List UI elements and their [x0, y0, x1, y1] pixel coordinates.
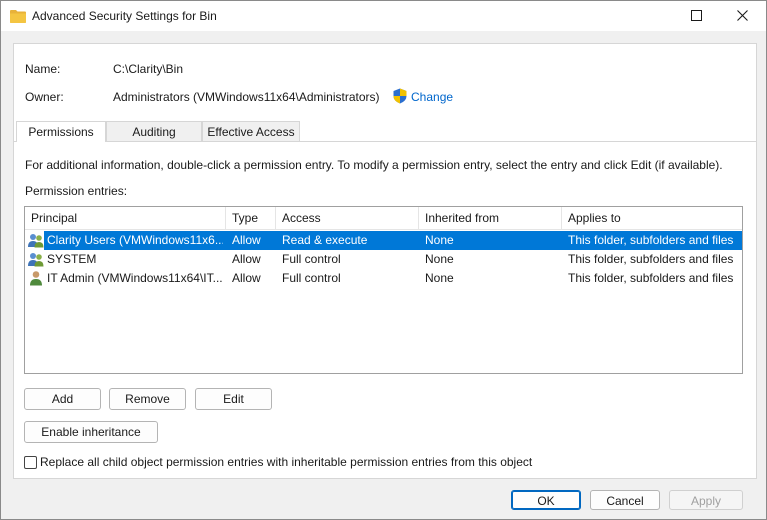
- window-title: Advanced Security Settings for Bin: [32, 9, 217, 23]
- permission-entries-label: Permission entries:: [25, 184, 128, 198]
- applies-cell: This folder, subfolders and files: [568, 233, 734, 247]
- table-row[interactable]: IT Admin (VMWindows11x64\IT... Allow Ful…: [25, 269, 742, 288]
- inherited-cell: None: [425, 252, 454, 266]
- principal-cell: Clarity Users (VMWindows11x6...: [47, 233, 223, 247]
- user-group-icon: [28, 253, 44, 267]
- column-applies-to[interactable]: Applies to: [562, 207, 742, 229]
- tab-permissions[interactable]: Permissions: [16, 121, 106, 142]
- column-access[interactable]: Access: [276, 207, 419, 229]
- replace-child-permissions-checkbox[interactable]: [24, 456, 37, 469]
- principal-cell: SYSTEM: [47, 252, 97, 266]
- access-cell: Full control: [282, 271, 341, 285]
- user-group-icon: [28, 234, 44, 248]
- user-icon: [30, 271, 42, 286]
- close-icon: [737, 10, 748, 21]
- type-cell: Allow: [232, 252, 261, 266]
- applies-cell: This folder, subfolders and files: [568, 271, 734, 285]
- replace-child-permissions-label[interactable]: Replace all child object permission entr…: [40, 455, 532, 469]
- security-settings-window: Advanced Security Settings for Bin Name:…: [0, 0, 767, 520]
- column-principal[interactable]: Principal: [25, 207, 226, 229]
- tab-effective-access[interactable]: Effective Access: [202, 121, 300, 141]
- title-bar[interactable]: Advanced Security Settings for Bin: [1, 1, 766, 31]
- inherited-cell: None: [425, 271, 454, 285]
- add-button[interactable]: Add: [24, 388, 101, 410]
- uac-shield-icon: [393, 88, 407, 104]
- apply-button[interactable]: Apply: [669, 490, 743, 510]
- inherited-cell: None: [425, 233, 454, 247]
- change-owner-link[interactable]: Change: [411, 90, 453, 104]
- name-label: Name:: [25, 62, 61, 76]
- table-row[interactable]: SYSTEM Allow Full control None This fold…: [25, 250, 742, 269]
- access-cell: Full control: [282, 252, 341, 266]
- principal-cell: IT Admin (VMWindows11x64\IT...: [47, 271, 223, 285]
- maximize-button[interactable]: [674, 1, 720, 31]
- close-button[interactable]: [720, 1, 766, 31]
- tab-divider: [14, 141, 756, 142]
- access-cell: Read & execute: [282, 233, 368, 247]
- info-text: For additional information, double-click…: [25, 158, 723, 172]
- table-row[interactable]: Clarity Users (VMWindows11x6... Allow Re…: [25, 231, 742, 250]
- remove-button[interactable]: Remove: [109, 388, 186, 410]
- enable-inheritance-button[interactable]: Enable inheritance: [24, 421, 158, 443]
- type-cell: Allow: [232, 271, 261, 285]
- applies-cell: This folder, subfolders and files: [568, 252, 734, 266]
- column-type[interactable]: Type: [226, 207, 276, 229]
- main-panel: Name: C:\Clarity\Bin Owner: Administrato…: [13, 43, 757, 479]
- permission-entries-list[interactable]: Principal Type Access Inherited from App…: [24, 206, 743, 374]
- owner-label: Owner:: [25, 90, 64, 104]
- list-header: Principal Type Access Inherited from App…: [25, 207, 742, 230]
- name-value: C:\Clarity\Bin: [113, 62, 184, 76]
- tab-auditing[interactable]: Auditing: [106, 121, 202, 141]
- folder-icon: [10, 10, 26, 23]
- ok-button[interactable]: OK: [511, 490, 581, 510]
- column-inherited-from[interactable]: Inherited from: [419, 207, 562, 229]
- cancel-button[interactable]: Cancel: [590, 490, 660, 510]
- owner-value: Administrators (VMWindows11x64\Administr…: [113, 90, 380, 104]
- maximize-icon: [691, 10, 702, 21]
- type-cell: Allow: [232, 233, 261, 247]
- edit-button[interactable]: Edit: [195, 388, 272, 410]
